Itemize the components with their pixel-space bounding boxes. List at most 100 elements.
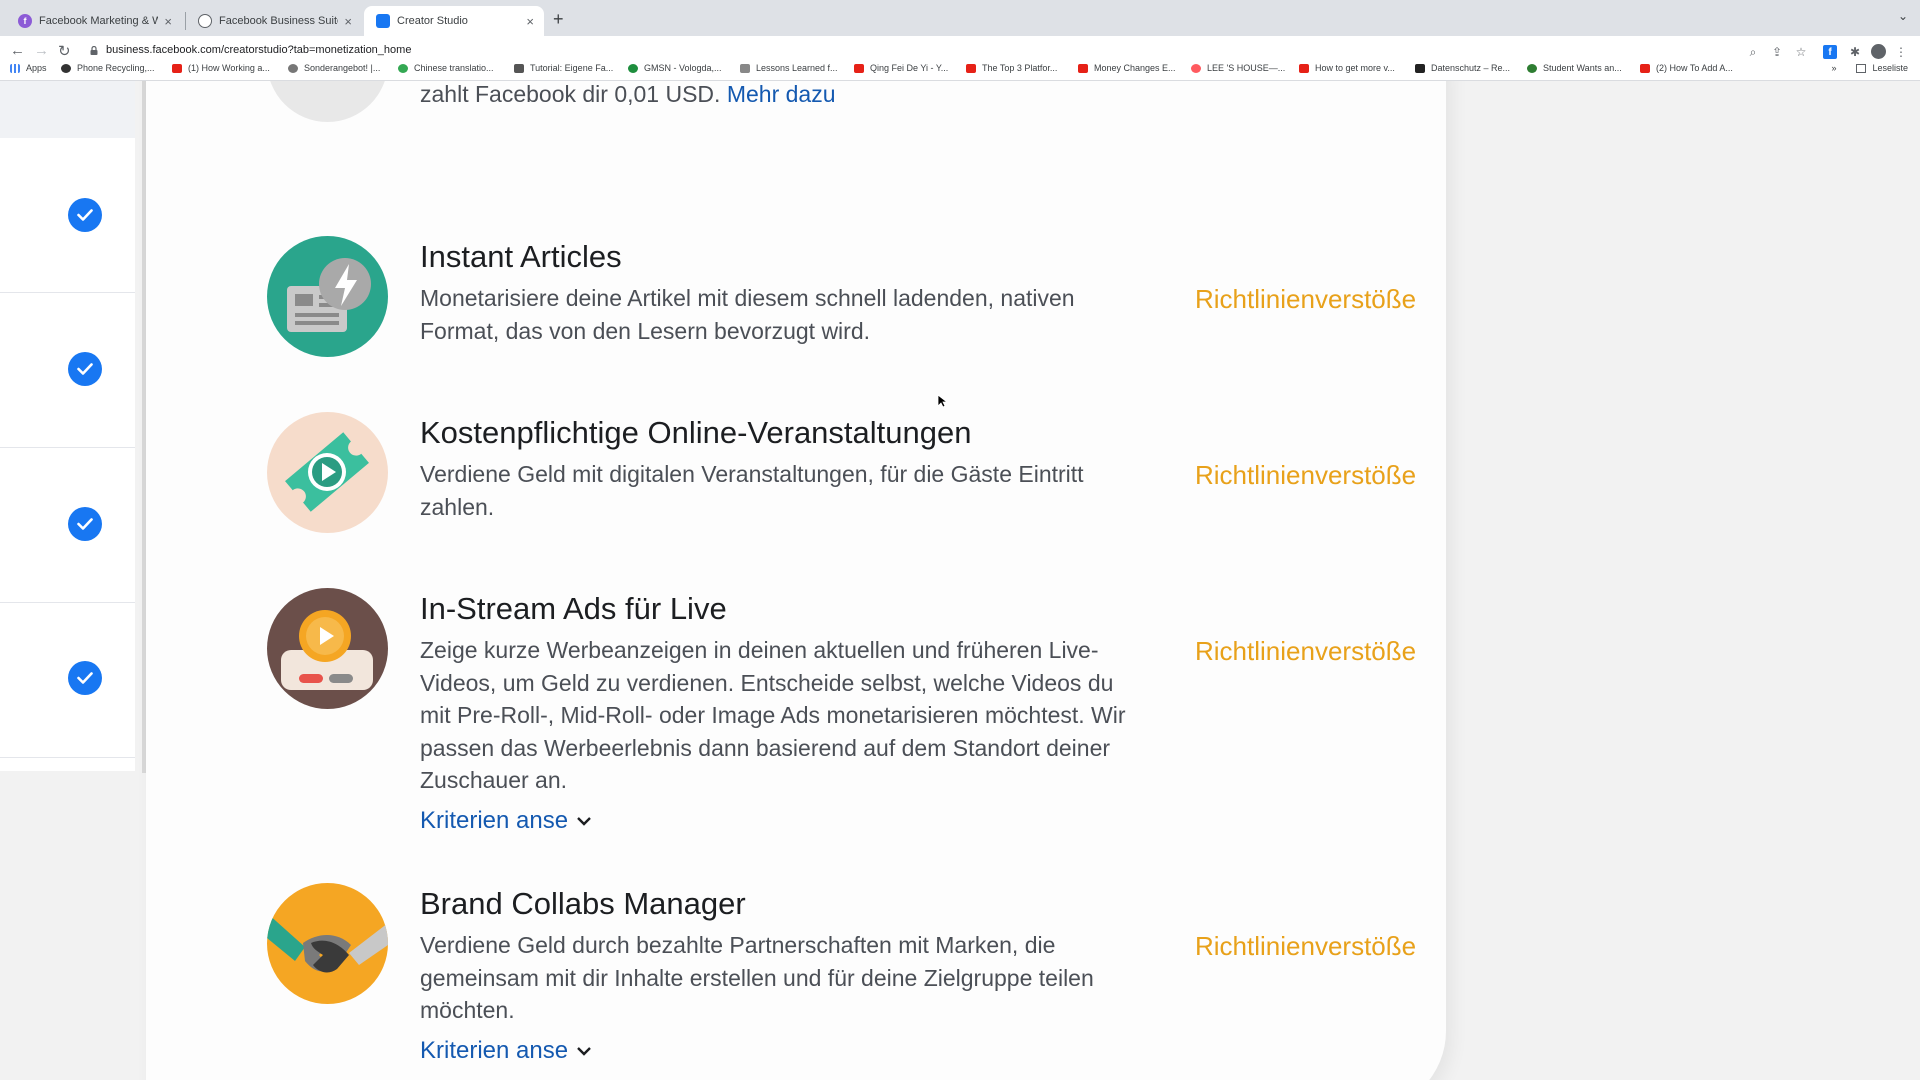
bookmark-label: Apps (26, 63, 47, 73)
bookmark-item[interactable]: Tutorial: Eigene Fa... (514, 63, 613, 73)
reload-icon[interactable]: ↻ (58, 42, 71, 60)
bookmark-label: Qing Fei De Yi - Y... (870, 63, 949, 73)
new-tab-icon[interactable]: + (553, 9, 564, 30)
left-row (0, 138, 135, 293)
instant-articles-icon (267, 236, 388, 357)
bookmark-item[interactable]: Datenschutz – Re... (1415, 63, 1510, 73)
bookmark-label: Sonderangebot! |... (304, 63, 381, 73)
bookmark-item[interactable]: Money Changes E... (1078, 63, 1176, 73)
bookmark-label: Student Wants an... (1543, 63, 1622, 73)
share-icon[interactable]: ⇪ (1769, 44, 1785, 60)
profile-avatar[interactable] (1871, 44, 1886, 59)
status-policy-violations[interactable]: Richtlinienverstöße (1195, 284, 1416, 315)
bookmark-favicon-icon (398, 63, 408, 73)
creator-studio-favicon-icon (376, 14, 390, 28)
previous-item-text: zahlt Facebook dir 0,01 USD. Mehr dazu (420, 81, 836, 108)
item-description: Verdiene Geld mit digitalen Veranstaltun… (420, 461, 1084, 520)
bookmark-star-icon[interactable]: ☆ (1793, 44, 1809, 60)
status-policy-violations[interactable]: Richtlinienverstöße (1195, 931, 1416, 962)
left-row (0, 448, 135, 603)
bookmark-item[interactable]: LEE 'S HOUSE—... (1191, 63, 1285, 73)
item-content: Instant Articles Monetarisiere deine Art… (420, 237, 1140, 347)
view-criteria-link[interactable]: Kriterien anse (420, 807, 1140, 835)
live-ads-icon (267, 588, 388, 709)
mouse-cursor-icon (937, 394, 947, 408)
bookmark-label: Chinese translatio... (414, 63, 494, 73)
close-icon[interactable]: × (526, 14, 534, 29)
back-arrow-icon[interactable]: ← (10, 42, 25, 59)
reading-list-icon (1856, 63, 1867, 73)
chevron-down-icon (577, 1046, 591, 1056)
item-description: Monetarisiere deine Artikel mit diesem s… (420, 285, 1075, 344)
tab-title: Facebook Business Suite (219, 15, 339, 27)
learn-more-link[interactable]: Mehr dazu (727, 81, 836, 107)
left-row (0, 293, 135, 448)
criteria-label: Kriterien anse (420, 806, 569, 834)
item-title: In-Stream Ads für Live (420, 591, 727, 626)
bookmarks-bar: Apps Phone Recycling,... (1) How Working… (0, 59, 1920, 81)
item-title: Brand Collabs Manager (420, 886, 746, 921)
chevron-down-icon (577, 816, 591, 826)
youtube-icon (1078, 63, 1088, 73)
bookmark-label: (2) How To Add A... (1656, 63, 1733, 73)
address-bar[interactable]: business.facebook.com/creatorstudio?tab=… (106, 44, 411, 56)
bookmark-favicon-icon (628, 63, 638, 73)
bookmark-item[interactable]: Student Wants an... (1527, 63, 1622, 73)
apps-grid-icon (10, 63, 20, 73)
bookmark-item[interactable]: Sonderangebot! |... (288, 63, 380, 73)
youtube-icon (1299, 63, 1309, 73)
menu-kebab-icon[interactable]: ⋮ (1893, 44, 1909, 60)
youtube-icon (172, 63, 182, 73)
item-content: In-Stream Ads für Live Zeige kurze Werbe… (420, 589, 1140, 835)
forward-arrow-icon[interactable]: → (34, 42, 49, 59)
tab-creator-studio[interactable]: Creator Studio × (364, 6, 544, 36)
lock-icon (90, 46, 98, 55)
bookmark-item[interactable]: Qing Fei De Yi - Y... (854, 63, 948, 73)
bookmark-favicon-icon (288, 63, 298, 73)
extensions-puzzle-icon[interactable]: ✱ (1847, 44, 1863, 60)
bookmark-item[interactable]: Phone Recycling,... (61, 63, 155, 73)
bookmark-item[interactable]: The Top 3 Platfor... (966, 63, 1057, 73)
bookmark-label: (1) How Working a... (188, 63, 270, 73)
left-column-header (0, 81, 135, 138)
more-bookmarks-icon[interactable]: » (1831, 63, 1836, 73)
bookmark-apps[interactable]: Apps (10, 63, 47, 73)
youtube-icon (854, 63, 864, 73)
tab-business-suite[interactable]: Facebook Business Suite × (186, 6, 362, 36)
previous-item-icon (267, 81, 388, 122)
bookmark-item[interactable]: Lessons Learned f... (740, 63, 838, 73)
bookmark-favicon-icon (1527, 63, 1537, 73)
bookmark-item[interactable]: How to get more v... (1299, 63, 1395, 73)
bookmark-label: GMSN - Vologda,... (644, 63, 722, 73)
status-policy-violations[interactable]: Richtlinienverstöße (1195, 636, 1416, 667)
bookmark-favicon-icon (740, 63, 750, 73)
tab-title: Facebook Marketing & Werbe (39, 15, 159, 27)
close-icon[interactable]: × (344, 14, 352, 29)
facebook-extension-icon[interactable]: f (1823, 45, 1837, 59)
business-suite-favicon-icon (198, 14, 212, 28)
bookmark-label: The Top 3 Platfor... (982, 63, 1058, 73)
ticket-play-icon (267, 412, 388, 533)
handshake-icon (267, 883, 388, 1004)
tab-search-chevron-icon[interactable]: ⌄ (1898, 9, 1908, 23)
status-policy-violations[interactable]: Richtlinienverstöße (1195, 460, 1416, 491)
youtube-icon (966, 63, 976, 73)
bookmark-item[interactable]: Chinese translatio... (398, 63, 494, 73)
bookmark-item[interactable]: GMSN - Vologda,... (628, 63, 722, 73)
zoom-icon[interactable]: ⌕ (1745, 44, 1761, 60)
tab-facebook-marketing[interactable]: f Facebook Marketing & Werbe × (6, 6, 182, 36)
left-row (0, 603, 135, 758)
bookmark-item[interactable]: (2) How To Add A... (1640, 63, 1733, 73)
bookmark-label: Tutorial: Eigene Fa... (530, 63, 614, 73)
check-icon (68, 198, 102, 232)
item-title: Instant Articles (420, 239, 622, 274)
item-description: Verdiene Geld durch bezahlte Partnerscha… (420, 932, 1094, 1023)
view-criteria-link[interactable]: Kriterien anse (420, 1037, 1140, 1065)
close-icon[interactable]: × (164, 14, 172, 29)
bookmark-label: LEE 'S HOUSE—... (1207, 63, 1286, 73)
bookmark-favicon-icon (1415, 63, 1425, 73)
reading-list-label[interactable]: Leseliste (1872, 63, 1908, 73)
bookmarks-right: » Leseliste (1831, 63, 1908, 73)
bookmark-item[interactable]: (1) How Working a... (172, 63, 270, 73)
item-description: Zeige kurze Werbeanzeigen in deinen aktu… (420, 637, 1126, 793)
